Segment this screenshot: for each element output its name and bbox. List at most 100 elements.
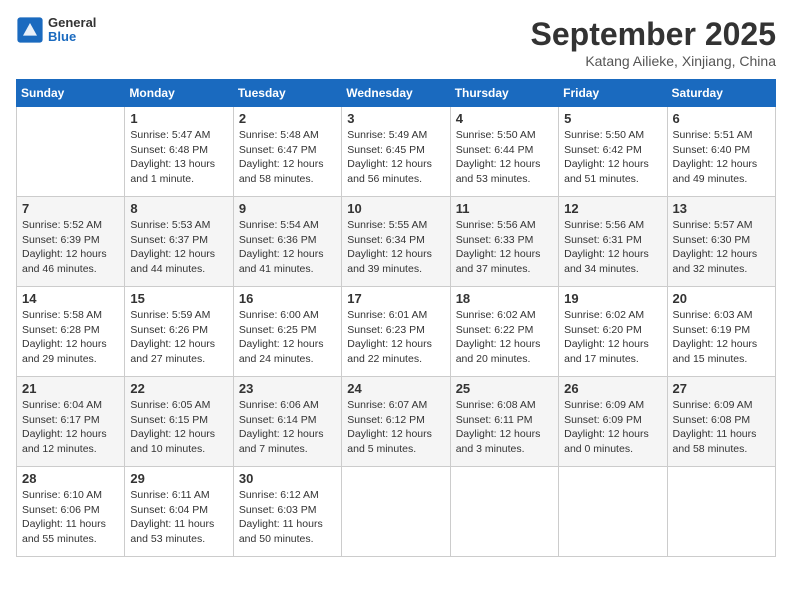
day-info: Sunrise: 6:07 AM Sunset: 6:12 PM Dayligh… [347, 398, 444, 457]
calendar-day-cell: 30Sunrise: 6:12 AM Sunset: 6:03 PM Dayli… [233, 467, 341, 557]
day-info: Sunrise: 6:02 AM Sunset: 6:22 PM Dayligh… [456, 308, 553, 367]
calendar-day-cell: 17 Sunrise: 6:01 AM Sunset: 6:23 PM Dayli… [342, 287, 450, 377]
day-info: Sunrise: 6:12 AM Sunset: 6:03 PM Dayligh… [239, 488, 336, 547]
day-info: Sunrise: 6:02 AM Sunset: 6:20 PM Dayligh… [564, 308, 661, 367]
day-info: Sunrise: 6:05 AM Sunset: 6:15 PM Dayligh… [130, 398, 227, 457]
calendar-day-cell: 22Sunrise: 6:05 AM Sunset: 6:15 PM Dayli… [125, 377, 233, 467]
day-number: 9 [239, 201, 336, 216]
day-info: Sunrise: 5:47 AM Sunset: 6:48 PM Dayligh… [130, 128, 227, 187]
day-number: 19 [564, 291, 661, 306]
day-number: 5 [564, 111, 661, 126]
calendar-day-cell: 27 Sunrise: 6:09 AM Sunset: 6:08 PM Dayli… [667, 377, 775, 467]
calendar-week-row: 28 Sunrise: 6:10 AM Sunset: 6:06 PM Dayli… [17, 467, 776, 557]
calendar-day-cell: 21 Sunrise: 6:04 AM Sunset: 6:17 PM Dayli… [17, 377, 125, 467]
day-info: Sunrise: 5:48 AM Sunset: 6:47 PM Dayligh… [239, 128, 336, 187]
location: Katang Ailieke, Xinjiang, China [531, 53, 776, 69]
day-number: 7 [22, 201, 119, 216]
day-of-week-header: Monday [125, 80, 233, 107]
day-info: Sunrise: 5:50 AM Sunset: 6:44 PM Dayligh… [456, 128, 553, 187]
day-of-week-header: Thursday [450, 80, 558, 107]
day-number: 17 [347, 291, 444, 306]
day-info: Sunrise: 6:01 AM Sunset: 6:23 PM Dayligh… [347, 308, 444, 367]
calendar-day-cell [17, 107, 125, 197]
day-of-week-header: Saturday [667, 80, 775, 107]
calendar-day-cell [450, 467, 558, 557]
day-info: Sunrise: 5:55 AM Sunset: 6:34 PM Dayligh… [347, 218, 444, 277]
day-info: Sunrise: 5:57 AM Sunset: 6:30 PM Dayligh… [673, 218, 770, 277]
calendar-day-cell: 24Sunrise: 6:07 AM Sunset: 6:12 PM Dayli… [342, 377, 450, 467]
day-number: 27 [673, 381, 770, 396]
day-info: Sunrise: 5:54 AM Sunset: 6:36 PM Dayligh… [239, 218, 336, 277]
day-number: 4 [456, 111, 553, 126]
day-number: 8 [130, 201, 227, 216]
logo-blue: Blue [48, 30, 96, 44]
day-info: Sunrise: 6:11 AM Sunset: 6:04 PM Dayligh… [130, 488, 227, 547]
calendar-day-cell [559, 467, 667, 557]
day-info: Sunrise: 6:04 AM Sunset: 6:17 PM Dayligh… [22, 398, 119, 457]
day-number: 6 [673, 111, 770, 126]
day-info: Sunrise: 6:03 AM Sunset: 6:19 PM Dayligh… [673, 308, 770, 367]
day-info: Sunrise: 5:56 AM Sunset: 6:31 PM Dayligh… [564, 218, 661, 277]
day-number: 20 [673, 291, 770, 306]
day-info: Sunrise: 6:09 AM Sunset: 6:08 PM Dayligh… [673, 398, 770, 457]
calendar-week-row: 21 Sunrise: 6:04 AM Sunset: 6:17 PM Dayli… [17, 377, 776, 467]
logo-icon [16, 16, 44, 44]
day-info: Sunrise: 6:00 AM Sunset: 6:25 PM Dayligh… [239, 308, 336, 367]
calendar-day-cell: 20 Sunrise: 6:03 AM Sunset: 6:19 PM Dayli… [667, 287, 775, 377]
calendar-week-row: 14Sunrise: 5:58 AM Sunset: 6:28 PM Dayli… [17, 287, 776, 377]
day-number: 28 [22, 471, 119, 486]
calendar-day-cell: 10 Sunrise: 5:55 AM Sunset: 6:34 PM Dayli… [342, 197, 450, 287]
page-header: General Blue September 2025 Katang Ailie… [16, 16, 776, 69]
day-of-week-header: Tuesday [233, 80, 341, 107]
day-info: Sunrise: 5:50 AM Sunset: 6:42 PM Dayligh… [564, 128, 661, 187]
calendar-day-cell: 18 Sunrise: 6:02 AM Sunset: 6:22 PM Dayli… [450, 287, 558, 377]
calendar-day-cell: 28 Sunrise: 6:10 AM Sunset: 6:06 PM Dayli… [17, 467, 125, 557]
calendar-day-cell: 12Sunrise: 5:56 AM Sunset: 6:31 PM Dayli… [559, 197, 667, 287]
day-info: Sunrise: 5:49 AM Sunset: 6:45 PM Dayligh… [347, 128, 444, 187]
logo-text: General Blue [48, 16, 96, 45]
title-block: September 2025 Katang Ailieke, Xinjiang,… [531, 16, 776, 69]
day-number: 25 [456, 381, 553, 396]
calendar-day-cell: 7 Sunrise: 5:52 AM Sunset: 6:39 PM Daylig… [17, 197, 125, 287]
calendar-week-row: 7 Sunrise: 5:52 AM Sunset: 6:39 PM Daylig… [17, 197, 776, 287]
calendar-day-cell: 29 Sunrise: 6:11 AM Sunset: 6:04 PM Dayli… [125, 467, 233, 557]
day-number: 16 [239, 291, 336, 306]
day-number: 21 [22, 381, 119, 396]
day-number: 29 [130, 471, 227, 486]
day-number: 10 [347, 201, 444, 216]
calendar-week-row: 1Sunrise: 5:47 AM Sunset: 6:48 PM Daylig… [17, 107, 776, 197]
month-title: September 2025 [531, 16, 776, 53]
calendar-day-cell: 1Sunrise: 5:47 AM Sunset: 6:48 PM Daylig… [125, 107, 233, 197]
calendar-day-cell [667, 467, 775, 557]
calendar-day-cell: 3 Sunrise: 5:49 AM Sunset: 6:45 PM Daylig… [342, 107, 450, 197]
calendar-day-cell: 23Sunrise: 6:06 AM Sunset: 6:14 PM Dayli… [233, 377, 341, 467]
day-info: Sunrise: 5:56 AM Sunset: 6:33 PM Dayligh… [456, 218, 553, 277]
calendar-day-cell: 6 Sunrise: 5:51 AM Sunset: 6:40 PM Daylig… [667, 107, 775, 197]
calendar-day-cell: 14Sunrise: 5:58 AM Sunset: 6:28 PM Dayli… [17, 287, 125, 377]
day-number: 18 [456, 291, 553, 306]
day-info: Sunrise: 6:08 AM Sunset: 6:11 PM Dayligh… [456, 398, 553, 457]
day-number: 13 [673, 201, 770, 216]
calendar-day-cell: 5 Sunrise: 5:50 AM Sunset: 6:42 PM Daylig… [559, 107, 667, 197]
calendar-day-cell: 25 Sunrise: 6:08 AM Sunset: 6:11 PM Dayli… [450, 377, 558, 467]
day-info: Sunrise: 5:59 AM Sunset: 6:26 PM Dayligh… [130, 308, 227, 367]
day-number: 23 [239, 381, 336, 396]
calendar-day-cell: 11Sunrise: 5:56 AM Sunset: 6:33 PM Dayli… [450, 197, 558, 287]
calendar-day-cell: 16 Sunrise: 6:00 AM Sunset: 6:25 PM Dayli… [233, 287, 341, 377]
calendar-day-cell [342, 467, 450, 557]
day-number: 2 [239, 111, 336, 126]
calendar-day-cell: 26Sunrise: 6:09 AM Sunset: 6:09 PM Dayli… [559, 377, 667, 467]
day-of-week-header: Friday [559, 80, 667, 107]
day-info: Sunrise: 5:51 AM Sunset: 6:40 PM Dayligh… [673, 128, 770, 187]
day-info: Sunrise: 5:52 AM Sunset: 6:39 PM Dayligh… [22, 218, 119, 277]
calendar-day-cell: 4 Sunrise: 5:50 AM Sunset: 6:44 PM Daylig… [450, 107, 558, 197]
calendar-day-cell: 19 Sunrise: 6:02 AM Sunset: 6:20 PM Dayli… [559, 287, 667, 377]
day-number: 3 [347, 111, 444, 126]
day-info: Sunrise: 6:10 AM Sunset: 6:06 PM Dayligh… [22, 488, 119, 547]
calendar-header-row: SundayMondayTuesdayWednesdayThursdayFrid… [17, 80, 776, 107]
calendar-table: SundayMondayTuesdayWednesdayThursdayFrid… [16, 79, 776, 557]
day-of-week-header: Sunday [17, 80, 125, 107]
day-number: 26 [564, 381, 661, 396]
day-info: Sunrise: 5:53 AM Sunset: 6:37 PM Dayligh… [130, 218, 227, 277]
day-of-week-header: Wednesday [342, 80, 450, 107]
